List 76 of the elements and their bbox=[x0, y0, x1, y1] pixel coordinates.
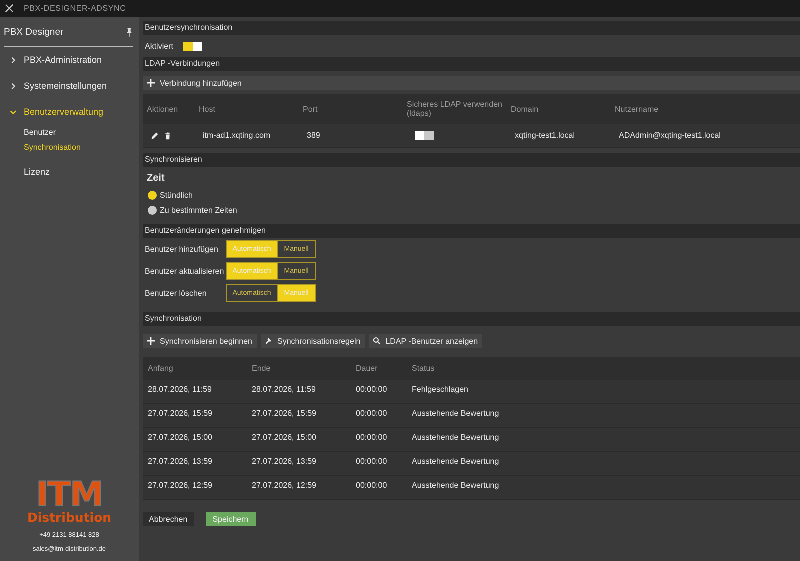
column-header: Sicheres LDAP verwenden (ldaps) bbox=[407, 100, 504, 118]
sidebar-title: PBX Designer bbox=[4, 27, 64, 38]
nav-subitem[interactable]: Benutzer bbox=[0, 125, 139, 140]
radio-option[interactable]: Zu bestimmten Zeiten bbox=[143, 203, 238, 218]
column-header: Anfang bbox=[148, 364, 174, 373]
logo-mark: ITM bbox=[36, 479, 103, 511]
toolbar-button[interactable]: LDAP -Benutzer anzeigen bbox=[368, 334, 482, 348]
toolbar-button[interactable]: Synchronisieren beginnen bbox=[143, 334, 257, 348]
plus-icon bbox=[147, 79, 155, 87]
table-cell-text: Ausstehende Bewertung bbox=[412, 457, 500, 466]
table-cell-text: xqting-test1.local bbox=[515, 131, 576, 140]
hammer-icon bbox=[264, 337, 273, 345]
cancel-button[interactable]: Abbrechen bbox=[143, 512, 194, 526]
nav-item[interactable]: Benutzerverwaltung bbox=[0, 99, 139, 125]
table-cell-text: 27.07.2026, 12:59 bbox=[252, 481, 318, 490]
nav-item[interactable]: PBX-Administration bbox=[0, 47, 139, 73]
radio-button[interactable] bbox=[148, 206, 157, 215]
trash-icon[interactable] bbox=[164, 132, 172, 140]
column-header: Port bbox=[303, 104, 319, 114]
table-cell-text: 00:00:00 bbox=[356, 457, 388, 466]
table-cell-text: 00:00:00 bbox=[356, 409, 388, 418]
search-icon bbox=[372, 337, 381, 345]
table-cell-text: Ausstehende Bewertung bbox=[412, 481, 500, 490]
plus-icon bbox=[147, 337, 155, 345]
table-cell-text: 28.07.2026, 11:59 bbox=[148, 385, 213, 394]
table-cell-text: 27.07.2026, 15:00 bbox=[148, 433, 214, 442]
section-header: Benutzersynchronisation bbox=[143, 21, 800, 35]
column-header: Ende bbox=[252, 364, 272, 373]
table-cell-text: 27.07.2026, 12:59 bbox=[148, 481, 214, 490]
chevron-icon bbox=[10, 108, 17, 116]
close-icon[interactable] bbox=[5, 4, 14, 13]
group-title: Zeit bbox=[146, 172, 166, 186]
section-header: Benutzeränderungen genehmigen bbox=[143, 224, 800, 238]
add-connection-button[interactable]: Verbindung hinzufügen bbox=[143, 76, 800, 90]
table-cell-text: Fehlgeschlagen bbox=[412, 385, 470, 394]
section-header: Synchronisation bbox=[143, 312, 800, 326]
table-cell-text: 389 bbox=[307, 131, 322, 140]
table-cell-text: 00:00:00 bbox=[356, 433, 388, 442]
table-cell-text: itm-ad1.xqting.com bbox=[203, 131, 272, 140]
table-cell-text: 28.07.2026, 11:59 bbox=[252, 385, 317, 394]
pencil-icon[interactable] bbox=[151, 132, 159, 140]
nav-subitem[interactable]: Synchronisation bbox=[0, 140, 139, 155]
radio-button[interactable] bbox=[148, 191, 157, 200]
setting-label: Benutzer aktualisieren bbox=[145, 266, 226, 276]
chevron-icon bbox=[10, 56, 17, 64]
column-header: Status bbox=[412, 364, 436, 373]
table-cell-text: ADAdmin@xqting-test1.local bbox=[619, 131, 722, 140]
toggle-switch[interactable] bbox=[415, 131, 434, 140]
table-cell-text: Ausstehende Bewertung bbox=[412, 409, 500, 418]
window-title: PBX-DESIGNER-ADSYNC bbox=[24, 4, 126, 13]
table-cell-text: 27.07.2026, 13:59 bbox=[148, 457, 214, 466]
table-cell-text: 27.07.2026, 15:00 bbox=[252, 433, 318, 442]
table-cell-text: 00:00:00 bbox=[356, 385, 388, 394]
setting-label: Benutzer löschen bbox=[145, 288, 208, 298]
table-cell-text: 27.07.2026, 13:59 bbox=[252, 457, 318, 466]
section-header: Synchronisieren bbox=[143, 153, 800, 167]
nav-item[interactable]: Systemeinstellungen bbox=[0, 73, 139, 99]
setting-label: Benutzer hinzufügen bbox=[145, 244, 220, 254]
pin-icon[interactable] bbox=[126, 28, 133, 37]
nav-item[interactable]: Lizenz bbox=[0, 159, 139, 185]
toggle-switch[interactable] bbox=[183, 42, 202, 50]
logo-text: Distribution bbox=[27, 511, 112, 525]
toolbar-button[interactable]: Synchronisationsregeln bbox=[260, 334, 365, 348]
column-header: Aktionen bbox=[147, 104, 180, 114]
table-cell-text: 00:00:00 bbox=[356, 481, 388, 490]
table-cell-text: 27.07.2026, 15:59 bbox=[148, 409, 214, 418]
section-header: LDAP -Verbindungen bbox=[143, 57, 800, 71]
column-header: Dauer bbox=[356, 364, 379, 373]
column-header: Host bbox=[199, 104, 216, 114]
table-cell-text: Ausstehende Bewertung bbox=[412, 433, 500, 442]
radio-option[interactable]: Stündlich bbox=[143, 188, 193, 203]
column-header: Nutzername bbox=[615, 104, 660, 114]
table-cell-text: 27.07.2026, 15:59 bbox=[252, 409, 318, 418]
column-header: Domain bbox=[511, 104, 540, 114]
toggle-label: Aktiviert bbox=[145, 42, 174, 50]
chevron-icon bbox=[10, 82, 17, 90]
